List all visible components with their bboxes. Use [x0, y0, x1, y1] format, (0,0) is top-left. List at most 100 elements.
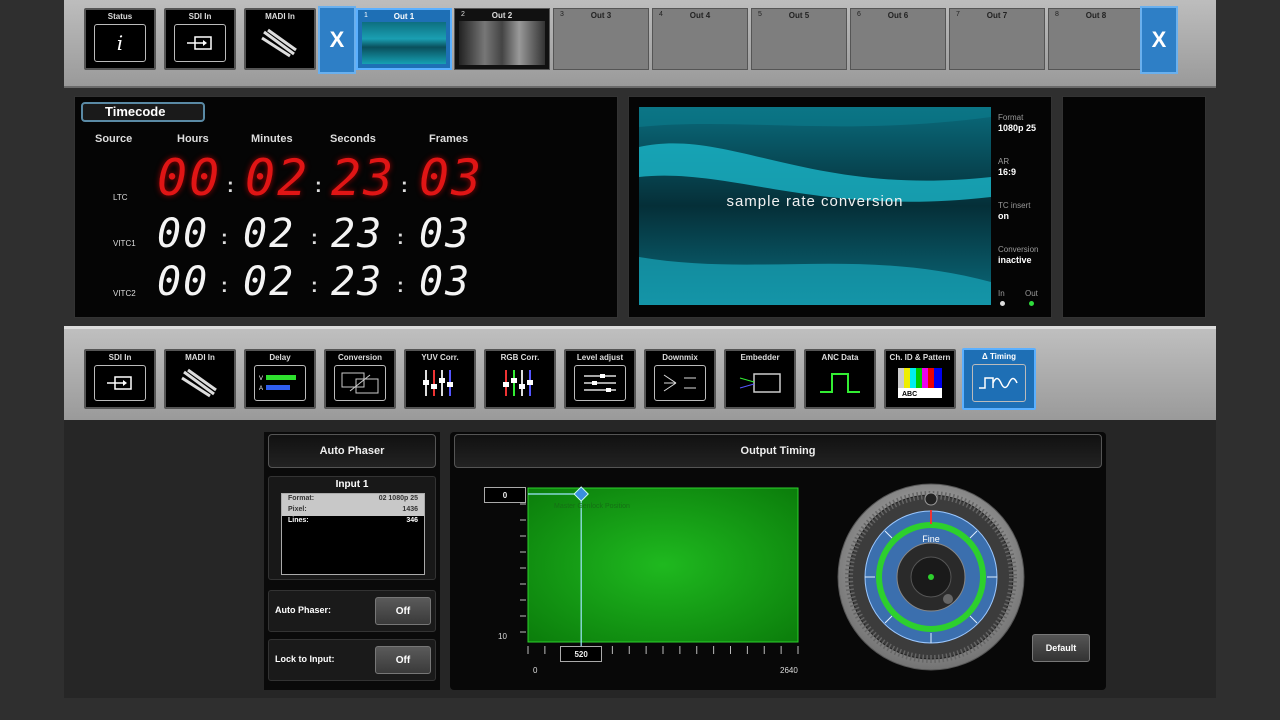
pixel-key: Pixel: [288, 506, 307, 513]
preview-panel: sample rate conversion Format 1080p 25 AR… [628, 96, 1052, 318]
input-info-table: Format: 02 1080p 25 Pixel: 1436 Lines: 346 [281, 493, 425, 575]
output-2-thumbnail [459, 21, 545, 65]
side-panel [1062, 96, 1206, 318]
embedder-icon [734, 365, 786, 401]
table-row[interactable]: Lines: 346 [282, 516, 424, 527]
output-tile-3[interactable]: 3 Out 3 [553, 8, 649, 70]
output-label: Out 5 [788, 11, 810, 20]
source-header: Source [95, 133, 133, 145]
out-indicator: Out [1025, 289, 1038, 298]
tile-label: Level adjust [576, 353, 624, 362]
vitc1-seconds: 23 [331, 211, 384, 257]
app-root: Status i SDI In MADI In X 1 Out 1 2 Out … [0, 0, 1280, 720]
hours-header: Hours [177, 133, 209, 145]
ltc-seconds: 23 [331, 149, 396, 207]
delay-tile[interactable]: Delay VA [244, 349, 316, 409]
ar-info: AR 16:9 [998, 157, 1016, 177]
timing-icon [972, 364, 1026, 402]
status-tile[interactable]: Status i [84, 8, 156, 70]
dial-knob-top[interactable] [924, 492, 938, 506]
y-axis-ticks [520, 503, 526, 633]
level-adjust-tile[interactable]: Level adjust [564, 349, 636, 409]
ch-id-pattern-tile[interactable]: Ch. ID & Pattern ABC [884, 349, 956, 409]
video-preview: sample rate conversion [639, 107, 991, 305]
timing-area[interactable] [527, 487, 799, 643]
colon: : [401, 175, 408, 197]
in-label: In [998, 289, 1005, 298]
svg-text:ABC: ABC [902, 391, 917, 398]
svg-text:V: V [259, 376, 263, 382]
output-tile-7[interactable]: 7 Out 7 [949, 8, 1045, 70]
function-toolbar: SDI In MADI In Delay VA Conversion YUV C… [64, 326, 1216, 420]
conversion-key: Conversion [998, 245, 1039, 254]
output-tile-8[interactable]: 8 Out 8 [1048, 8, 1144, 70]
tile-label: MADI In [185, 353, 215, 362]
output-tile-6[interactable]: 6 Out 6 [850, 8, 946, 70]
tile-label: Ch. ID & Pattern [889, 353, 951, 362]
tile-label: Embedder [740, 353, 780, 362]
delay-bars-icon: VA [254, 365, 306, 401]
output-tile-4[interactable]: 4 Out 4 [652, 8, 748, 70]
input-1-box: Input 1 Format: 02 1080p 25 Pixel: 1436 Li… [268, 476, 436, 580]
out-label: Out [1025, 289, 1038, 298]
madi-in-function-tile[interactable]: MADI In [164, 349, 236, 409]
close-left-button[interactable]: X [318, 6, 356, 74]
sdi-in-label: SDI In [188, 12, 212, 21]
sdi-in-function-tile[interactable]: SDI In [84, 349, 156, 409]
output-tile-2[interactable]: 2 Out 2 [454, 8, 550, 70]
conversion-value: inactive [998, 255, 1032, 265]
anc-data-tile[interactable]: ANC Data [804, 349, 876, 409]
tc-insert-value: on [998, 211, 1009, 221]
ltc-frames: 03 [419, 149, 484, 207]
vertical-offset-field[interactable]: 0 [484, 487, 526, 503]
fine-timing-dial[interactable]: Fine [836, 482, 1026, 672]
table-row[interactable]: Format: 02 1080p 25 [282, 494, 424, 505]
output-label: Out 3 [590, 11, 612, 20]
horizontal-offset-field[interactable]: 520 [560, 646, 603, 662]
seconds-header: Seconds [330, 133, 376, 145]
close-right-button[interactable]: X [1140, 6, 1178, 74]
frames-header: Frames [429, 133, 469, 145]
auto-phaser-toggle[interactable]: Off [375, 597, 431, 625]
default-button[interactable]: Default [1032, 634, 1090, 662]
colon: : [397, 227, 404, 249]
auto-phaser-row: Auto Phaser: Off [268, 590, 436, 632]
yuv-corr-tile[interactable]: YUV Corr. [404, 349, 476, 409]
x-axis-min-label: 0 [533, 666, 538, 675]
timecode-panel: Timecode Source Hours Minutes Seconds Fr… [74, 96, 618, 318]
timing-graph[interactable]: Master Genlock Position [490, 484, 810, 680]
table-row[interactable]: Pixel: 1436 [282, 505, 424, 516]
svg-text:A: A [259, 386, 263, 392]
ltc-hours: 00 [157, 149, 222, 207]
lock-to-input-row: Lock to Input: Off [268, 639, 436, 681]
sdi-in-tile[interactable]: SDI In [164, 8, 236, 70]
output-label: Out 2 [491, 11, 513, 20]
madi-in-tile[interactable]: MADI In [244, 8, 316, 70]
embedder-tile[interactable]: Embedder [724, 349, 796, 409]
input-1-title: Input 1 [335, 479, 369, 490]
vitc2-seconds: 23 [331, 259, 384, 305]
ltc-minutes: 02 [245, 149, 310, 207]
dial-center-led [928, 574, 934, 580]
yuv-sliders-icon [414, 365, 466, 401]
status-label: Status [107, 12, 133, 21]
vitc2-minutes: 02 [243, 259, 296, 305]
ar-key: AR [998, 157, 1010, 166]
format-key: Format: [288, 495, 315, 502]
downmix-tile[interactable]: Downmix [644, 349, 716, 409]
colon: : [227, 175, 234, 197]
tile-label: Downmix [662, 353, 698, 362]
output-tile-1[interactable]: 1 Out 1 [356, 8, 452, 70]
test-pattern-icon: ABC [894, 365, 946, 401]
output-tile-5[interactable]: 5 Out 5 [751, 8, 847, 70]
tile-label: YUV Corr. [421, 353, 459, 362]
lock-to-input-toggle[interactable]: Off [375, 646, 431, 674]
rgb-corr-tile[interactable]: RGB Corr. [484, 349, 556, 409]
pixel-value: 1436 [402, 506, 418, 513]
conversion-tile[interactable]: Conversion [324, 349, 396, 409]
dial-handle[interactable] [943, 594, 953, 604]
delta-timing-tile[interactable]: Δ Timing [962, 348, 1036, 410]
vitc2-hours: 00 [157, 259, 210, 305]
vitc2-label: VITC2 [113, 289, 136, 298]
tile-label: Conversion [337, 353, 382, 362]
